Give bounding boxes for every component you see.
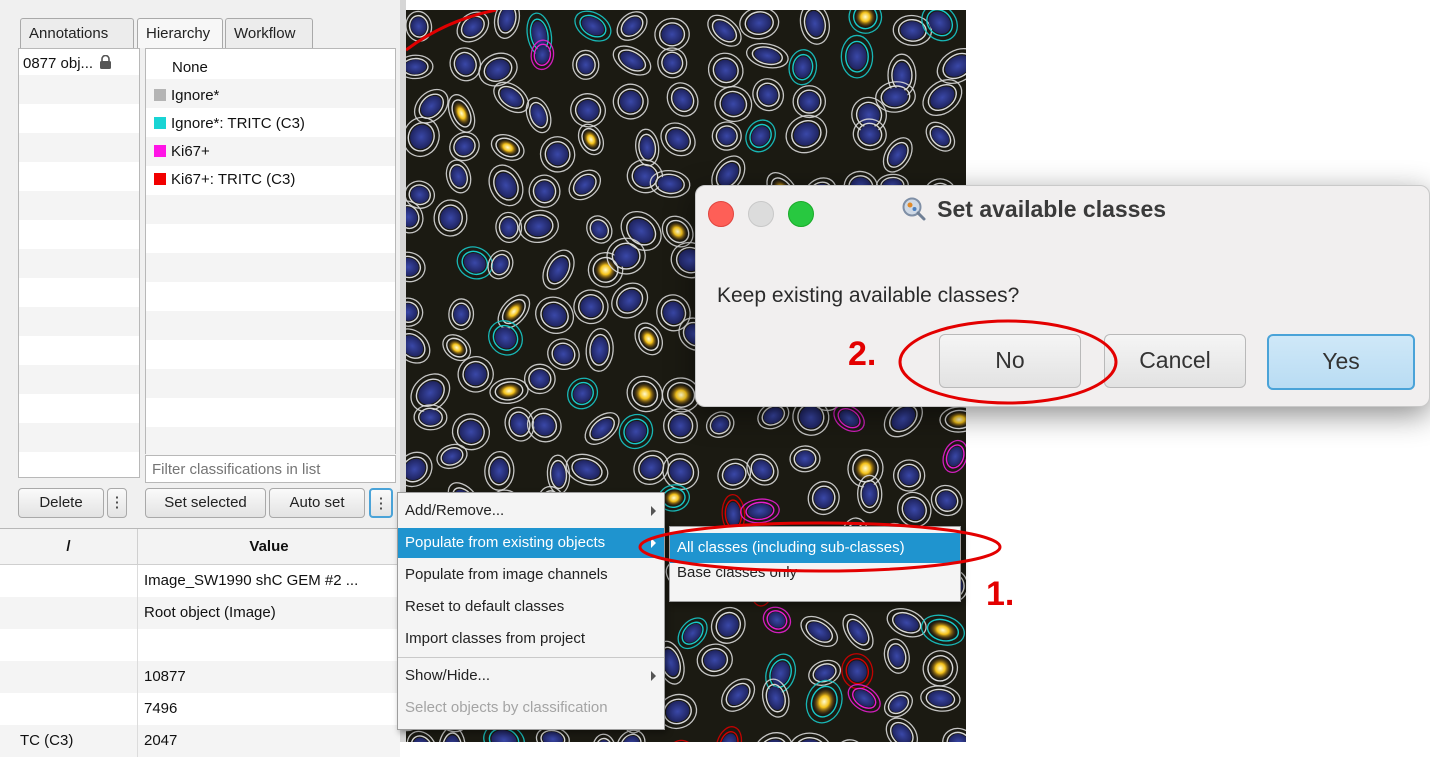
annotation-circle-step2 [900, 321, 1116, 403]
annotation-step1-label: 1. [986, 575, 1014, 614]
red-annotation-overlay [0, 0, 1430, 742]
annotation-circle-step1 [640, 523, 1000, 571]
annotation-step2-label: 2. [848, 335, 876, 374]
